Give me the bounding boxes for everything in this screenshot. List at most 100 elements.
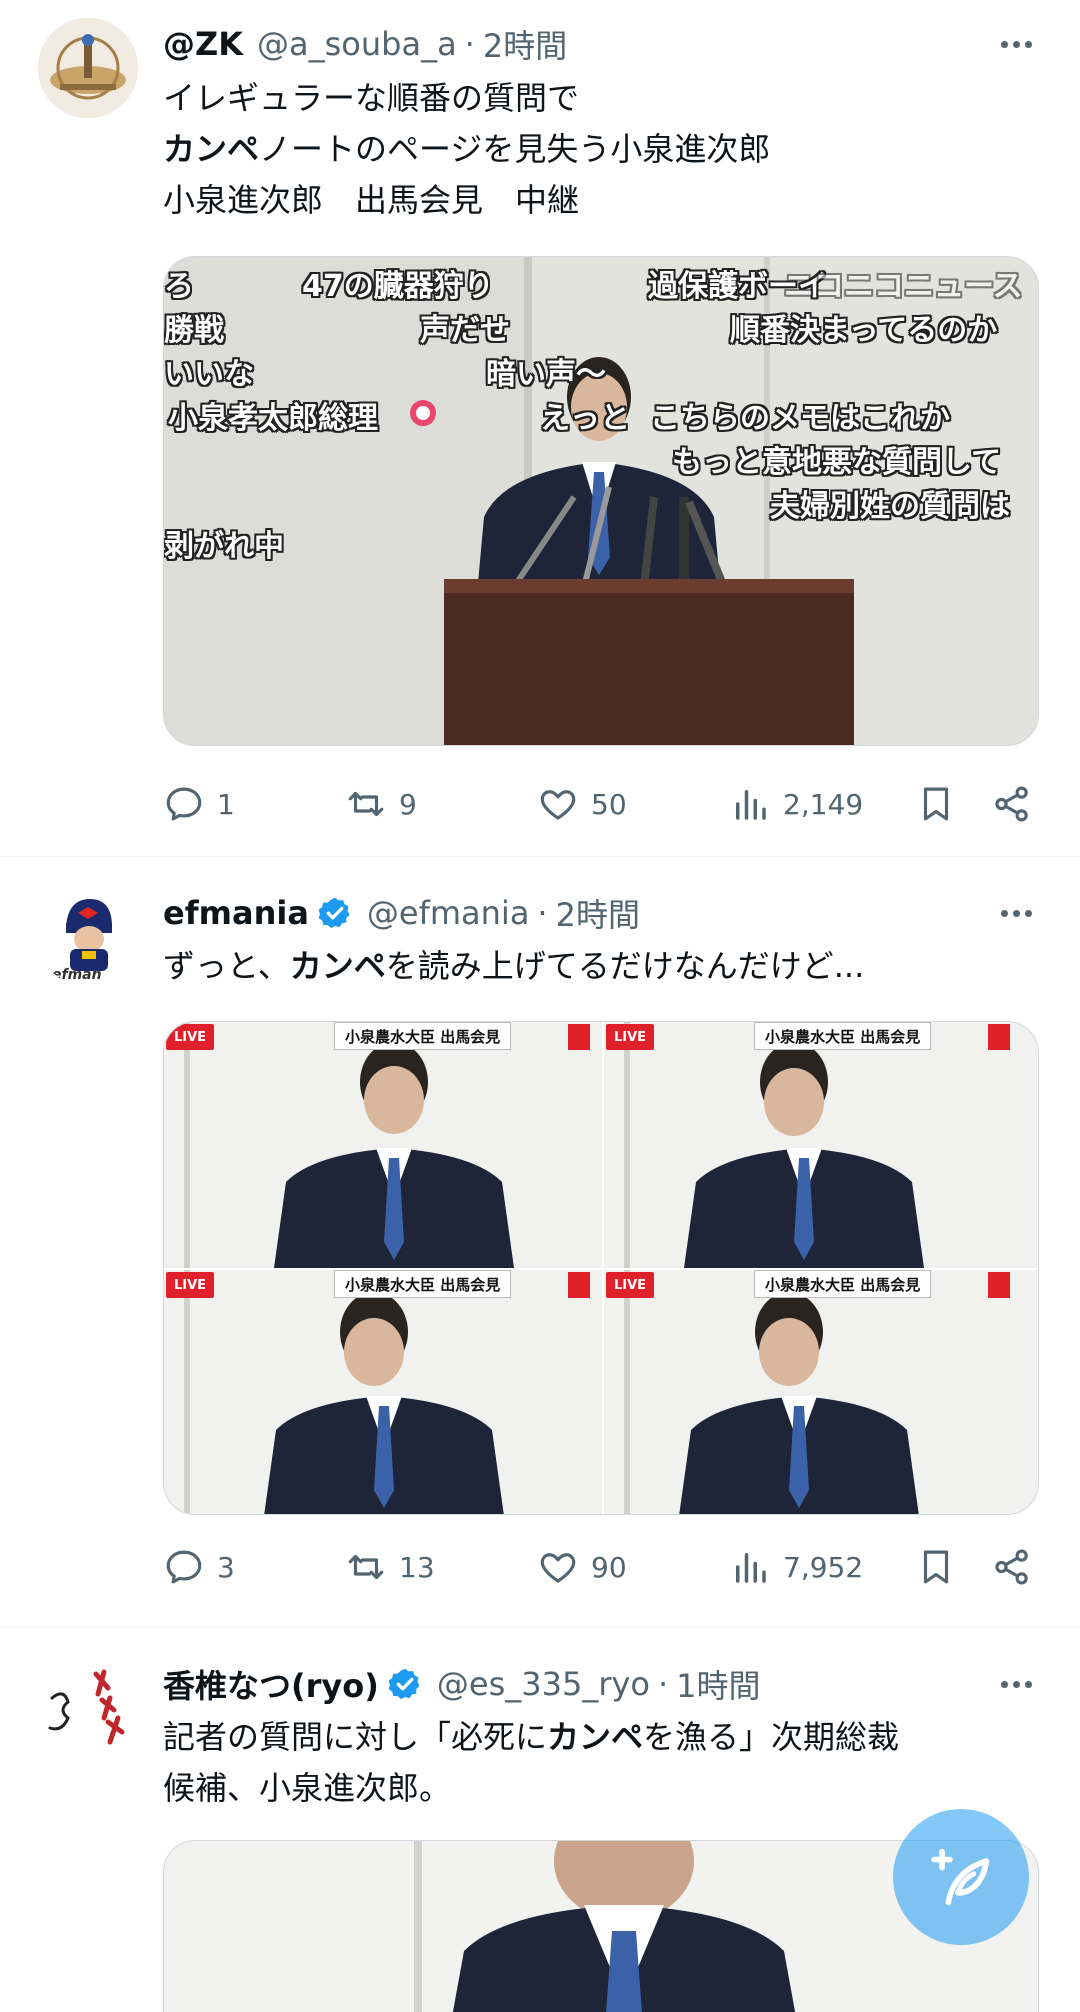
grid-image[interactable]: LIVE 小泉農水大臣 出馬会見 [164, 1270, 602, 1514]
share-icon [995, 786, 1028, 822]
channel-badge [568, 1272, 590, 1298]
user-handle[interactable]: @efmania [367, 894, 530, 932]
analytics-icon [736, 1553, 766, 1583]
bookmark-icon [923, 1550, 949, 1584]
separator: · [464, 25, 475, 63]
display-name[interactable]: 香椎なつ(ryo) [163, 1661, 379, 1707]
tweet-line: 記者の質問に対し「必死にカンペを漁る」次期総裁 [163, 1718, 900, 1756]
tweet-actions: 3 13 90 7,952 [163, 1541, 1043, 1593]
views-button[interactable]: 2,149 [729, 778, 863, 830]
tweet-actions: 1 9 50 2,149 [163, 778, 1043, 830]
like-count: 50 [591, 787, 627, 821]
separator: · [658, 1665, 669, 1703]
video-comment: こちらのメモはこれか [650, 401, 950, 436]
user-handle[interactable]: @a_souba_a [257, 25, 457, 63]
view-count: 2,149 [783, 787, 864, 821]
channel-badge [988, 1272, 1010, 1298]
tweet-line: 候補、小泉進次郎。 [163, 1769, 452, 1807]
share-button[interactable] [991, 1541, 1033, 1593]
grid-image[interactable]: LIVE 小泉農水大臣 出馬会見 [604, 1022, 1038, 1268]
reply-button[interactable]: 1 [163, 778, 235, 830]
video-comment: 夫婦別姓の質問は [770, 489, 1010, 524]
live-badge: LIVE [166, 1024, 214, 1050]
retweet-count: 9 [399, 787, 417, 821]
video-comment: ろ [164, 269, 194, 304]
avatar[interactable] [38, 1658, 138, 1758]
compose-icon [931, 1848, 990, 1906]
avatar-image [38, 1658, 138, 1758]
share-button[interactable] [991, 778, 1033, 830]
avatar[interactable] [38, 18, 138, 118]
video-comment: 順番決まってるのか [730, 313, 998, 348]
video-comment: ニコニコニュース [784, 269, 1023, 304]
tweet-text: ずっと、カンペを読み上げてるだけなんだけど... [163, 941, 1043, 992]
compose-button[interactable] [893, 1809, 1029, 1945]
tweet-text: イレギュラーな順番の質問で カンペノートのページを見失う小泉進次郎 小泉進次郎 … [163, 73, 1043, 226]
avatar[interactable]: efman [38, 887, 138, 987]
video-comment: 小泉孝太郎総理 [168, 401, 378, 436]
tweet[interactable]: @ZK @a_souba_a · 2時間 イレギュラーな順番の質問で カンペノー… [0, 0, 1080, 855]
more-options-icon[interactable] [996, 1664, 1036, 1704]
video-still [164, 1270, 602, 1514]
tweet[interactable]: efman efmania @efmania · 2時間 ずっと、カンペを読み上… [0, 857, 1080, 1627]
video-still [604, 1022, 1038, 1268]
video-comment: 剥がれ中 [164, 529, 284, 564]
retweet-icon [348, 791, 384, 817]
retweet-button[interactable]: 13 [345, 1541, 435, 1593]
video-still [164, 1022, 602, 1268]
bookmark-button[interactable] [915, 1541, 957, 1593]
like-button[interactable]: 50 [537, 778, 627, 830]
more-options-icon[interactable] [996, 24, 1036, 64]
verified-badge-icon[interactable] [387, 1666, 423, 1702]
live-badge: LIVE [606, 1024, 654, 1050]
tweet-line: カンペノートのページを見失う小泉進次郎 [163, 130, 771, 168]
video-comment: 47の臓器狩り [302, 269, 494, 304]
retweet-button[interactable]: 9 [345, 778, 417, 830]
video-comment: いいな [164, 357, 254, 392]
verified-badge-icon[interactable] [317, 895, 353, 931]
views-button[interactable]: 7,952 [729, 1541, 863, 1593]
display-name[interactable]: @ZK [163, 25, 243, 63]
tweet-line: イレギュラーな順番の質問で [163, 79, 580, 117]
reply-count: 1 [217, 787, 235, 821]
avatar-image [38, 18, 138, 118]
timestamp[interactable]: 1時間 [676, 1661, 760, 1707]
video-comment: えっと [540, 401, 630, 436]
timestamp[interactable]: 2時間 [556, 890, 640, 936]
tweet-image-grid[interactable]: LIVE 小泉農水大臣 出馬会見 LIVE 小泉農水大臣 出馬会見 LIVE 小… [163, 1021, 1039, 1515]
user-handle[interactable]: @es_335_ryo [437, 1665, 650, 1703]
bookmark-button[interactable] [915, 778, 957, 830]
retweet-count: 13 [399, 1550, 435, 1584]
heart-icon [540, 790, 576, 820]
grid-image[interactable]: LIVE 小泉農水大臣 出馬会見 [604, 1270, 1038, 1514]
tweet-header: 香椎なつ(ryo) @es_335_ryo · 1時間 [163, 1658, 761, 1710]
more-options-icon[interactable] [996, 893, 1036, 933]
live-badge: LIVE [166, 1272, 214, 1298]
reply-icon [166, 787, 202, 821]
comment-marker [410, 400, 436, 426]
display-name[interactable]: efmania [163, 894, 309, 932]
video-comment: もっと意地悪な質問して [672, 445, 1002, 480]
video-still [604, 1270, 1038, 1514]
tweet-text: 記者の質問に対し「必死にカンペを漁る」次期総裁 候補、小泉進次郎。 [163, 1712, 1043, 1814]
tweet[interactable]: 香椎なつ(ryo) @es_335_ryo · 1時間 記者の質問に対し「必死に… [0, 1628, 1080, 2012]
tweet-video[interactable]: ろ 47の臓器狩り 過保護ボーイ ニコニコニュース 勝戦 声だせ 順番決まってる… [163, 256, 1039, 746]
like-button[interactable]: 90 [537, 1541, 627, 1593]
channel-badge [988, 1024, 1010, 1050]
video-comment: 勝戦 [164, 313, 224, 348]
separator: · [537, 894, 548, 932]
tweet-line: ずっと、カンペを読み上げてるだけなんだけど... [163, 947, 865, 985]
like-count: 90 [591, 1550, 627, 1584]
tweet-line: 小泉進次郎 出馬会見 中継 [163, 181, 580, 219]
reply-button[interactable]: 3 [163, 1541, 235, 1593]
tweet-header: @ZK @a_souba_a · 2時間 [163, 18, 567, 70]
video-comment: 声だせ [420, 313, 510, 348]
reply-icon [166, 1550, 202, 1584]
grid-image[interactable]: LIVE 小泉農水大臣 出馬会見 [164, 1022, 602, 1268]
channel-badge [568, 1024, 590, 1050]
share-icon [995, 1549, 1028, 1585]
bookmark-icon [923, 787, 949, 821]
timestamp[interactable]: 2時間 [483, 21, 567, 67]
live-badge: LIVE [606, 1272, 654, 1298]
tweet-header: efmania @efmania · 2時間 [163, 887, 640, 939]
